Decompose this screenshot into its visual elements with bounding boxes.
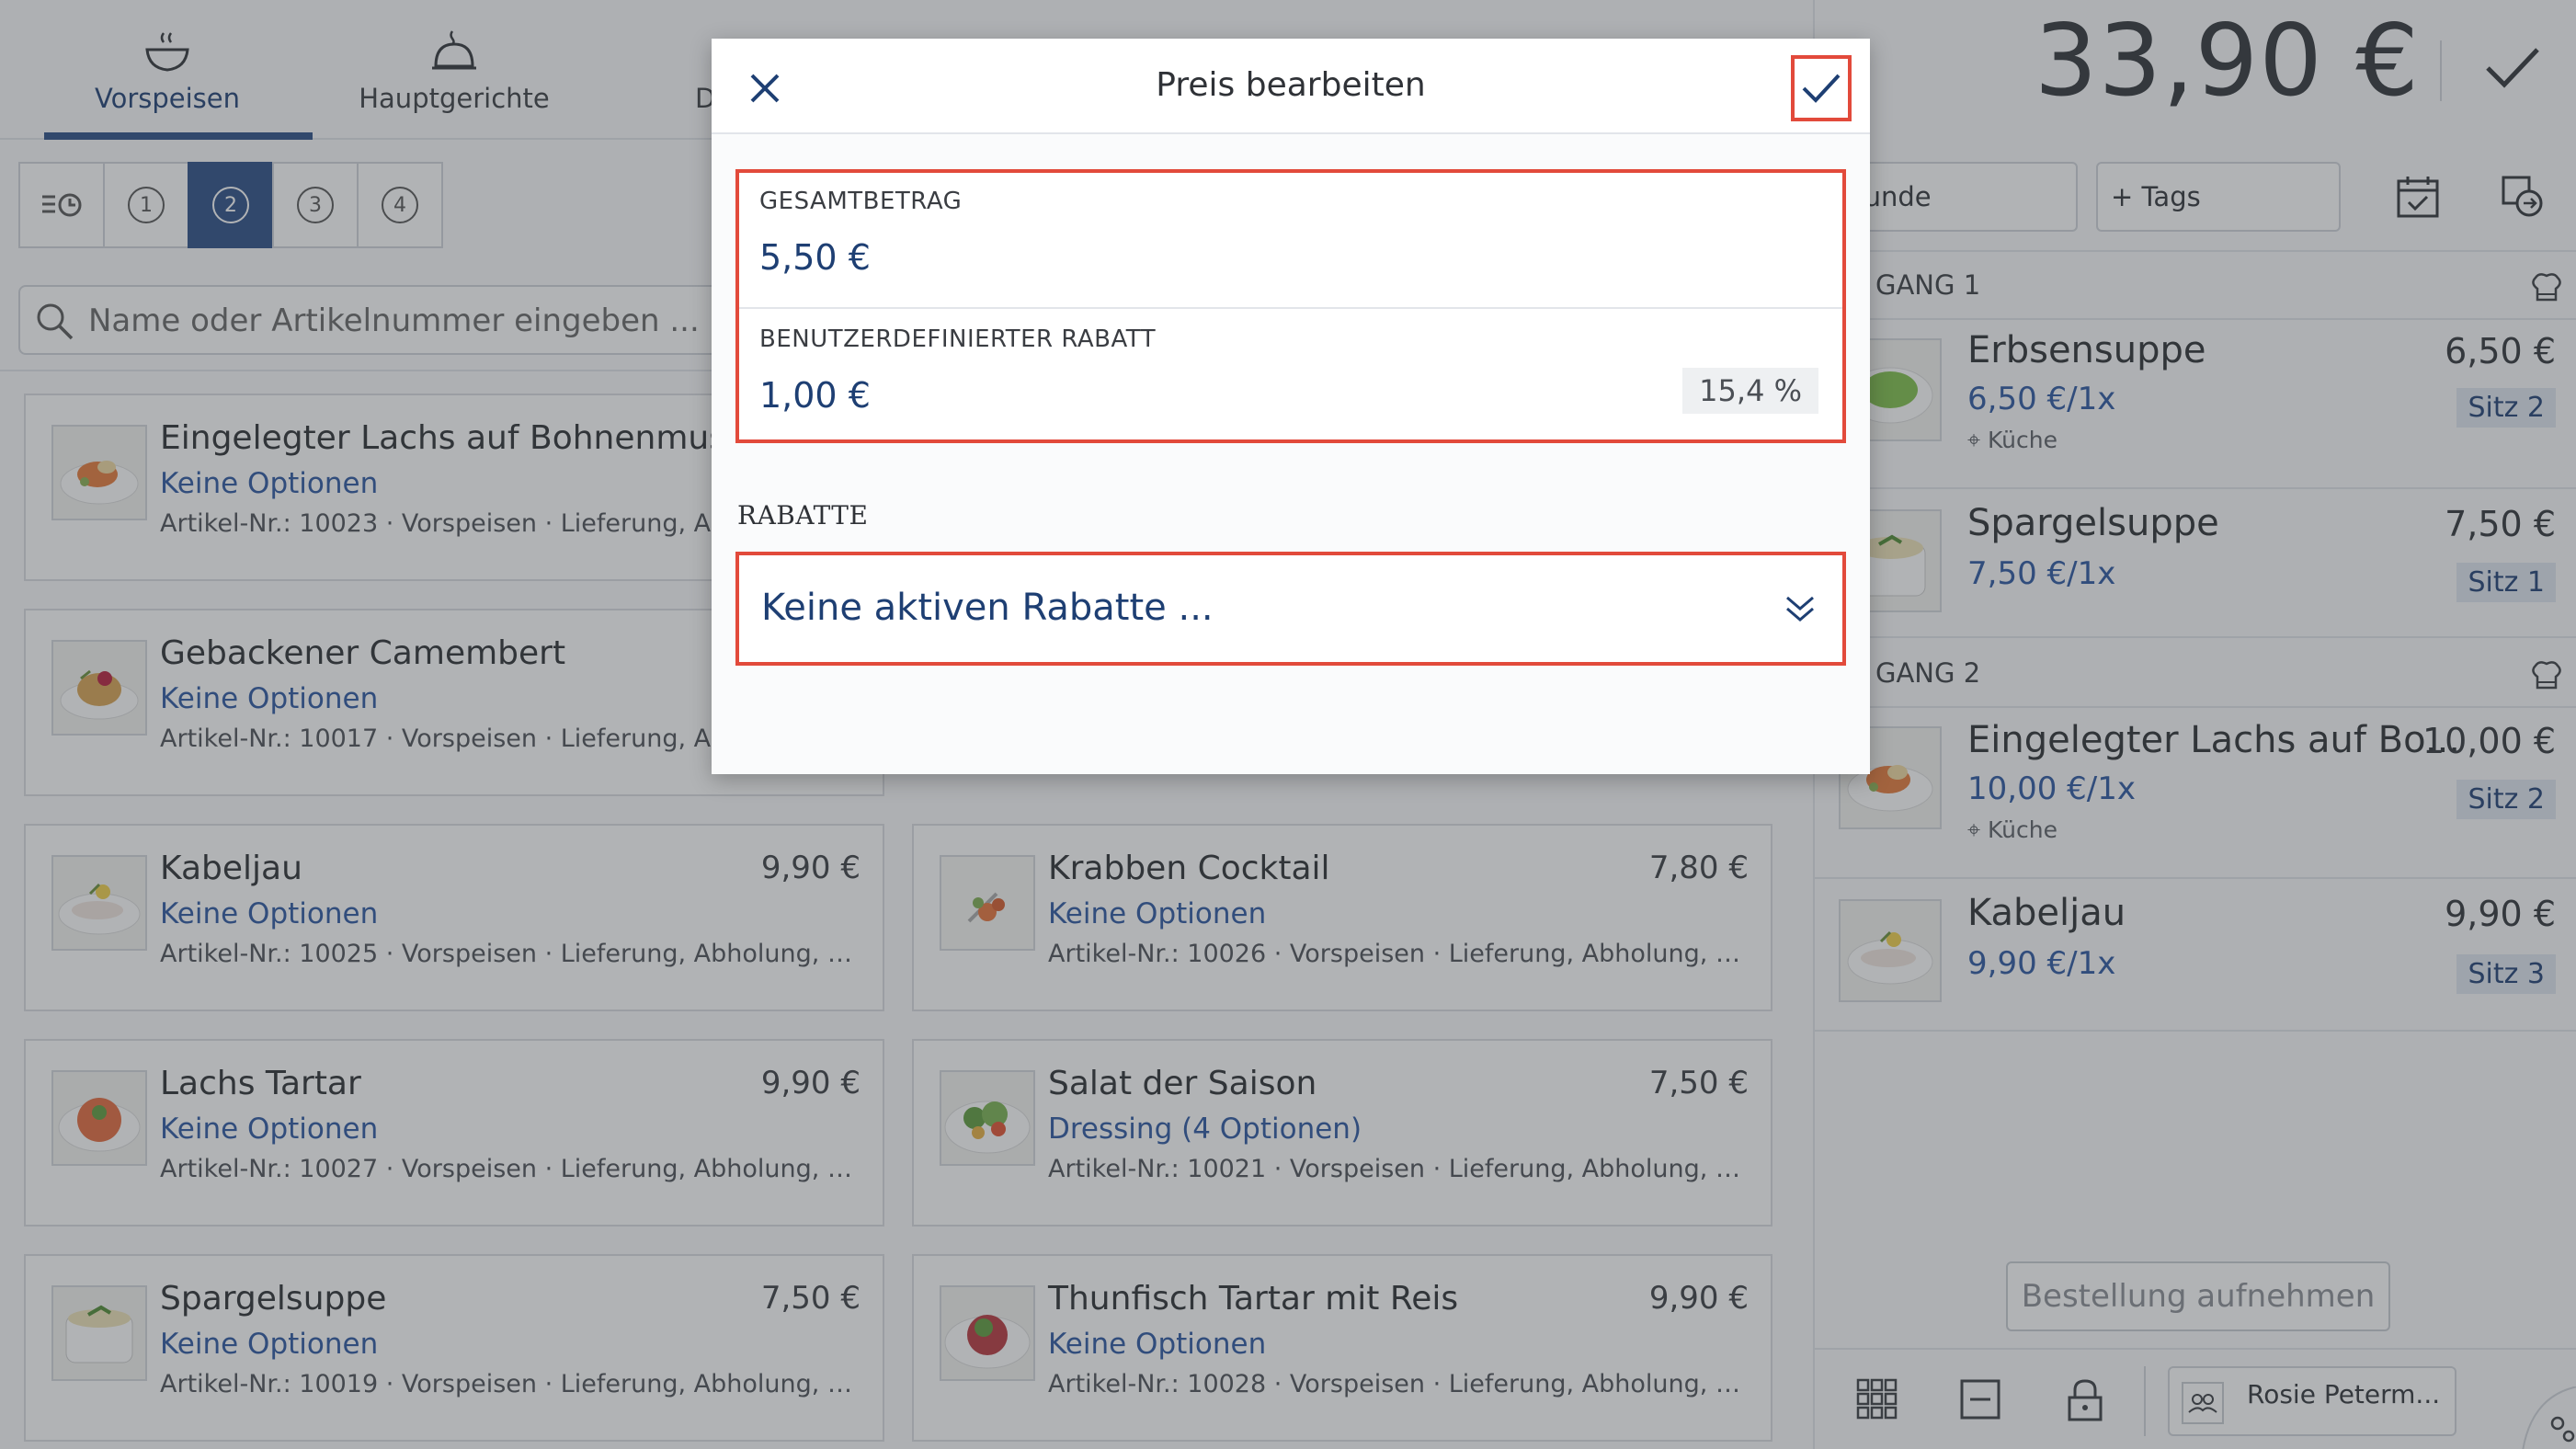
dialog-title: Preis bearbeiten: [1156, 66, 1426, 104]
checkmark-icon: [1802, 74, 1841, 103]
dialog-header: Preis bearbeiten: [712, 39, 1870, 134]
discount-percent-badge: 15,4 %: [1682, 368, 1818, 414]
total-amount-input[interactable]: 5,50 €: [759, 237, 871, 278]
custom-discount-input[interactable]: 1,00 €: [759, 375, 871, 416]
edit-price-dialog: Preis bearbeiten GESAMTBETRAG 5,50 € BEN…: [712, 39, 1870, 774]
divider: [739, 307, 1842, 309]
discounts-dropdown[interactable]: Keine aktiven Rabatte ...: [735, 552, 1846, 666]
total-amount-label: GESAMTBETRAG: [759, 188, 963, 215]
discounts-section-label: RABATTE: [737, 500, 869, 531]
price-fields: GESAMTBETRAG 5,50 € BENUTZERDEFINIERTER …: [735, 169, 1846, 443]
confirm-button[interactable]: [1791, 55, 1852, 121]
custom-discount-label: BENUTZERDEFINIERTER RABATT: [759, 325, 1157, 353]
double-chevron-down-icon: [1786, 596, 1814, 622]
discounts-selected-value: Keine aktiven Rabatte ...: [761, 587, 1214, 629]
